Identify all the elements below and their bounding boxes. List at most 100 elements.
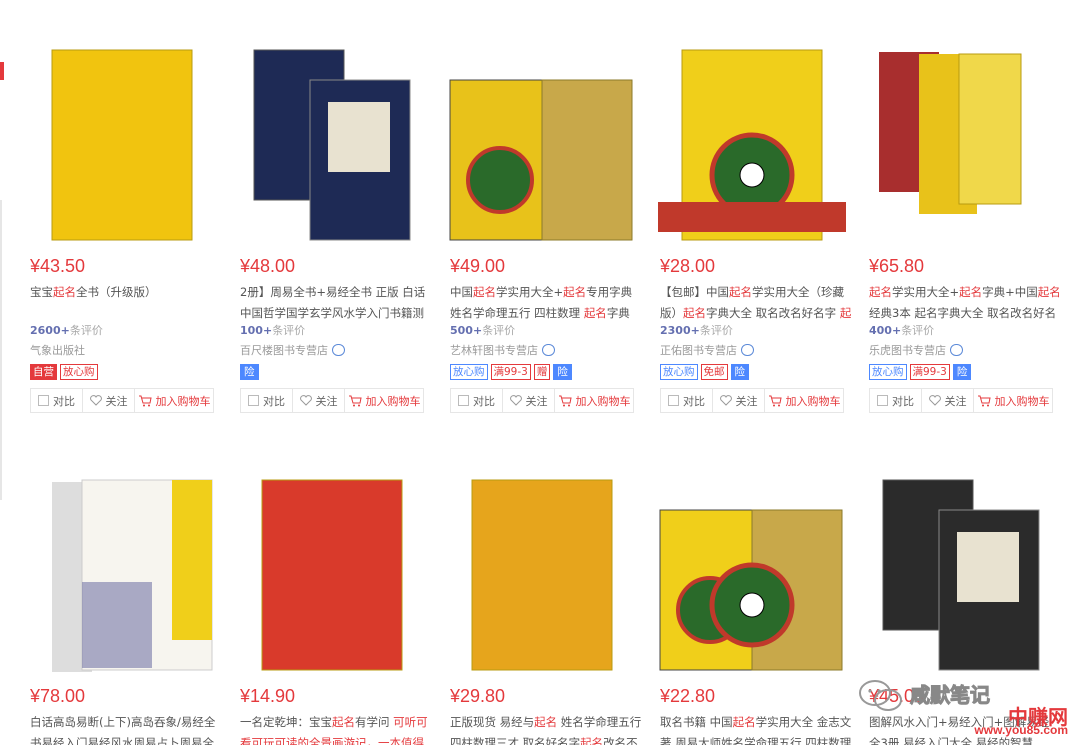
product-name-text[interactable]: 学实用大全+: [496, 285, 563, 299]
shop-link[interactable]: 正佑图书专营店: [660, 342, 754, 358]
follow-button[interactable]: 关注: [922, 389, 974, 412]
product-name-text[interactable]: 2册】周易全书+易经全书 正版 白话中国哲学国学玄学风水学入门书籍测算占卜预: [240, 285, 425, 322]
keyword-highlight[interactable]: 起名: [729, 285, 752, 299]
comment-count[interactable]: 2600+条评价: [30, 322, 103, 338]
compare-button[interactable]: 对比: [451, 389, 503, 412]
product-name-text[interactable]: 取名书籍 中国: [660, 715, 733, 729]
shop-link[interactable]: 艺林轩图书专营店: [450, 342, 555, 358]
comment-count[interactable]: 400+条评价: [869, 322, 934, 338]
book-cover[interactable]: [232, 470, 432, 680]
book-cover[interactable]: [652, 40, 852, 250]
shop-name[interactable]: 正佑图书专营店: [660, 344, 737, 357]
comment-count[interactable]: 100+条评价: [240, 322, 305, 338]
product-name-text[interactable]: 一名定乾坤：宝宝: [240, 715, 332, 729]
product-name-text[interactable]: 宝宝: [30, 285, 53, 299]
product-name-text[interactable]: 中国: [450, 285, 473, 299]
book-cover-image[interactable]: [652, 470, 852, 680]
book-cover[interactable]: [442, 40, 642, 250]
book-cover-image[interactable]: [22, 40, 222, 250]
shop-link[interactable]: 气象出版社: [30, 342, 85, 358]
product-name[interactable]: 起名学实用大全+起名字典+中国起名经典3本 起名字典大全 取名改名好名字 起: [869, 282, 1061, 322]
book-cover-image[interactable]: [232, 470, 432, 680]
comment-number[interactable]: 400+: [869, 324, 901, 337]
product-name-text[interactable]: 有学问: [355, 715, 393, 729]
compare-button[interactable]: 对比: [241, 389, 293, 412]
add-to-cart-button[interactable]: 加入购物车: [974, 389, 1052, 412]
product-name[interactable]: 宝宝起名全书（升级版）: [30, 282, 222, 322]
book-cover[interactable]: [232, 40, 432, 250]
keyword-highlight[interactable]: 起名: [959, 285, 982, 299]
comment-number[interactable]: 100+: [240, 324, 272, 337]
chat-icon[interactable]: [741, 344, 754, 356]
chat-icon[interactable]: [542, 344, 555, 356]
book-cover[interactable]: [442, 470, 642, 680]
comment-number[interactable]: 2600+: [30, 324, 70, 337]
keyword-highlight[interactable]: 起名: [869, 285, 892, 299]
product-name[interactable]: 白话高岛易断(上下)高岛吞象/易经全书易经入门易经风水周易占卜周易全书周易入: [30, 712, 222, 745]
product-name[interactable]: 【包邮】中国起名学实用大全（珍藏版）起名字典大全 取名改名好名字 起名书籍: [660, 282, 852, 322]
shop-link[interactable]: 乐虎图书专营店: [869, 342, 963, 358]
product-name[interactable]: 取名书籍 中国起名学实用大全 金志文著 周易大师姓名学命理五行 四柱数理 公司: [660, 712, 852, 745]
product-name-text[interactable]: 正版现货 易经与: [450, 715, 534, 729]
product-name-text[interactable]: 全书（升级版）: [76, 285, 157, 299]
add-to-cart-button[interactable]: 加入购物车: [555, 389, 633, 412]
product-name-text[interactable]: 白话高岛易断(上下)高岛吞象/易经全书易经入门易经风水周易占卜周易全书周易入: [30, 715, 215, 745]
product-name[interactable]: 正版现货 易经与起名 姓名学命理五行四柱数理三才 取名好名字起名改名不求人: [450, 712, 642, 745]
compare-checkbox[interactable]: [668, 395, 679, 406]
product-name[interactable]: 一名定乾坤：宝宝起名有学问 可听可看可玩可读的全景画游记，一本值得送给每个: [240, 712, 432, 745]
product-name-text[interactable]: 字典大全 取名改名好名字: [706, 306, 840, 320]
compare-button[interactable]: 对比: [661, 389, 713, 412]
chat-icon[interactable]: [332, 344, 345, 356]
keyword-highlight[interactable]: 起名: [473, 285, 496, 299]
left-red-tab[interactable]: [0, 62, 4, 80]
keyword-highlight[interactable]: 起名: [332, 715, 355, 729]
product-name-text[interactable]: 学实用大全+: [892, 285, 959, 299]
compare-checkbox[interactable]: [248, 395, 259, 406]
product-name[interactable]: 2册】周易全书+易经全书 正版 白话中国哲学国学玄学风水学入门书籍测算占卜预: [240, 282, 432, 322]
book-cover[interactable]: [22, 470, 222, 680]
shop-name[interactable]: 艺林轩图书专营店: [450, 344, 538, 357]
compare-checkbox[interactable]: [458, 395, 469, 406]
add-to-cart-button[interactable]: 加入购物车: [345, 389, 423, 412]
book-cover-image[interactable]: [652, 40, 852, 250]
book-cover-image[interactable]: [442, 40, 642, 250]
follow-button[interactable]: 关注: [503, 389, 555, 412]
keyword-highlight[interactable]: 起名: [584, 306, 607, 320]
shop-name[interactable]: 乐虎图书专营店: [869, 344, 946, 357]
follow-button[interactable]: 关注: [293, 389, 345, 412]
comment-count[interactable]: 2300+条评价: [660, 322, 733, 338]
product-name[interactable]: 中国起名学实用大全+起名专用字典 姓名学命理五行 四柱数理 起名字典 取名: [450, 282, 642, 322]
book-cover-image[interactable]: [861, 40, 1061, 250]
shop-name[interactable]: 气象出版社: [30, 344, 85, 357]
product-name-text[interactable]: 【包邮】中国: [660, 285, 729, 299]
shop-link[interactable]: 百尺楼图书专营店: [240, 342, 345, 358]
compare-button[interactable]: 对比: [870, 389, 922, 412]
comment-number[interactable]: 500+: [450, 324, 482, 337]
add-to-cart-button[interactable]: 加入购物车: [135, 389, 213, 412]
compare-checkbox[interactable]: [877, 395, 888, 406]
chat-icon[interactable]: [950, 344, 963, 356]
keyword-highlight[interactable]: 起名: [53, 285, 76, 299]
keyword-highlight[interactable]: 起名: [563, 285, 586, 299]
book-cover[interactable]: [652, 470, 852, 680]
product-name-text[interactable]: 字典+中国: [982, 285, 1038, 299]
comment-count[interactable]: 500+条评价: [450, 322, 515, 338]
comment-number[interactable]: 2300+: [660, 324, 700, 337]
book-cover-image[interactable]: [22, 470, 222, 680]
keyword-highlight[interactable]: 起名: [534, 715, 557, 729]
book-cover-image[interactable]: [232, 40, 432, 250]
compare-checkbox[interactable]: [38, 395, 49, 406]
compare-button[interactable]: 对比: [31, 389, 83, 412]
book-cover-image[interactable]: [442, 470, 642, 680]
keyword-highlight[interactable]: 起名: [580, 736, 603, 745]
follow-button[interactable]: 关注: [713, 389, 765, 412]
book-cover[interactable]: [861, 470, 1061, 680]
book-cover-image[interactable]: [861, 470, 1061, 680]
keyword-highlight[interactable]: 起名: [733, 715, 756, 729]
keyword-highlight[interactable]: 起名: [683, 306, 706, 320]
product-name-text[interactable]: 经典3本 起名字典大全 取名改名好名字 起: [869, 306, 1056, 322]
book-cover[interactable]: [22, 40, 222, 250]
follow-button[interactable]: 关注: [83, 389, 135, 412]
shop-name[interactable]: 百尺楼图书专营店: [240, 344, 328, 357]
keyword-highlight[interactable]: 起名: [1038, 285, 1061, 299]
